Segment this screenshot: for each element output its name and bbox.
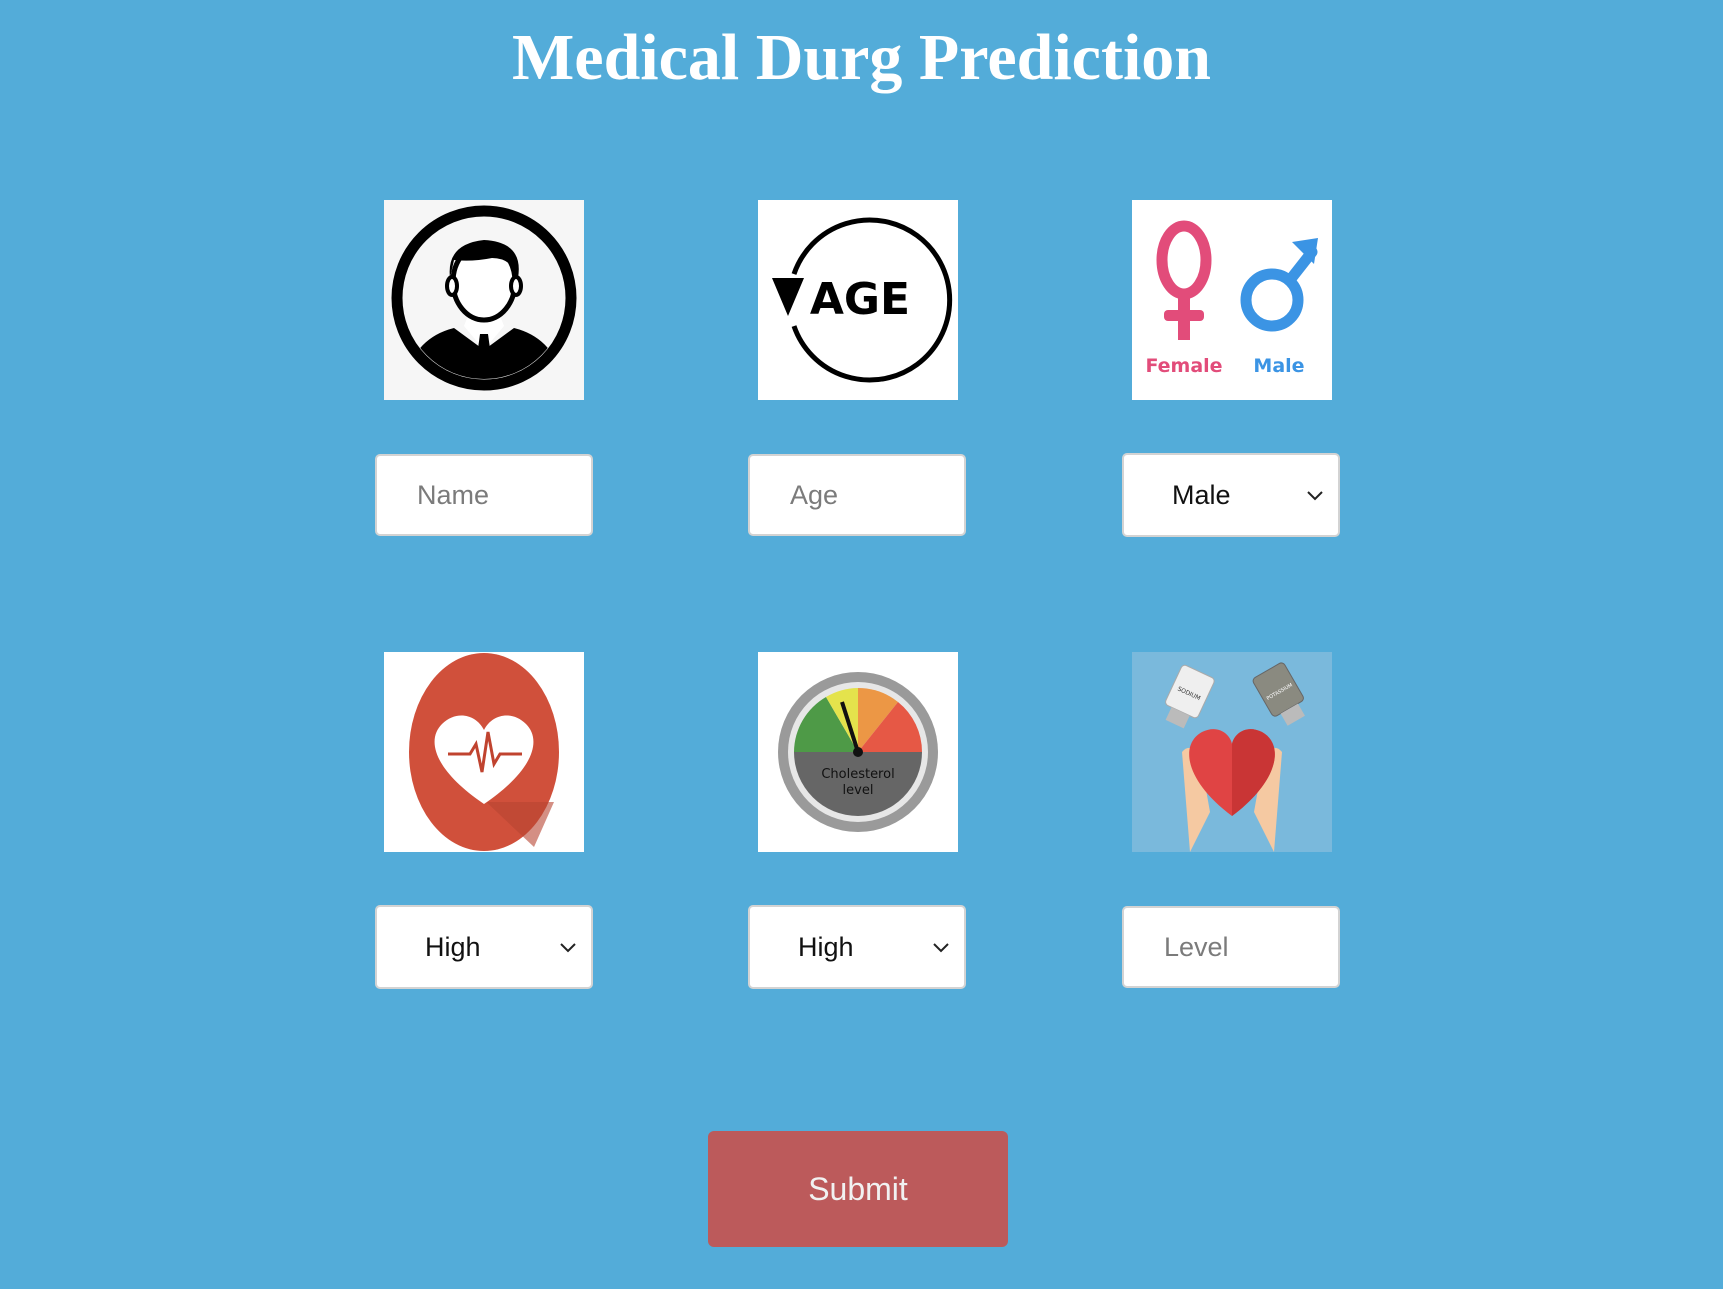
cholesterol-select-value: High [798, 931, 854, 962]
cholesterol-text-line1: Cholesterol [821, 767, 894, 782]
cholesterol-select[interactable]: High [748, 905, 966, 989]
age-image-text: AGE [810, 274, 910, 325]
cholesterol-text-line2: level [843, 783, 874, 798]
name-input-placeholder: Name [417, 479, 490, 510]
sodium-potassium-heart-icon: SODIUM POTASSIUM [1132, 652, 1332, 852]
age-input[interactable]: Age [748, 454, 966, 536]
age-cycle-icon: AGE [758, 200, 958, 400]
level-input-placeholder: Level [1164, 931, 1229, 962]
sex-select[interactable]: Male [1122, 453, 1340, 537]
page-title: Medical Durg Prediction [512, 21, 1211, 94]
female-label: Female [1145, 355, 1222, 377]
age-input-placeholder: Age [790, 479, 839, 510]
heart-pulse-icon [384, 652, 584, 852]
submit-button[interactable]: Submit [708, 1131, 1008, 1247]
blood-pressure-select-value: High [425, 931, 481, 962]
chevron-down-icon [560, 943, 576, 953]
na-to-k-level-input[interactable]: Level [1122, 906, 1340, 988]
name-input[interactable]: Name [375, 454, 593, 536]
male-label: Male [1253, 355, 1304, 377]
sex-select-value: Male [1172, 479, 1231, 510]
cholesterol-gauge-icon: Cholesterol level [758, 652, 958, 852]
gender-symbols-icon: Female Male [1132, 200, 1332, 400]
chevron-down-icon [1307, 491, 1323, 501]
person-avatar-icon [384, 200, 584, 400]
chevron-down-icon [933, 943, 949, 953]
blood-pressure-select[interactable]: High [375, 905, 593, 989]
